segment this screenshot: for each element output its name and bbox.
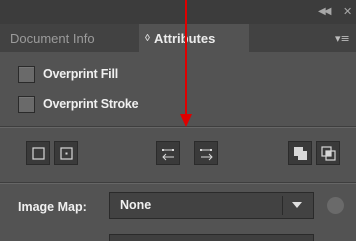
show-center-button[interactable] — [54, 141, 78, 165]
non-zero-winding-button[interactable] — [288, 141, 312, 165]
nonzero-fill-icon — [294, 147, 307, 160]
overprint-fill-checkbox[interactable] — [18, 65, 35, 83]
dropdown-separator — [282, 196, 283, 215]
square-icon — [32, 147, 45, 160]
collapse-icon[interactable]: ◀◀ — [318, 6, 331, 17]
overprint-fill-label: Overprint Fill — [43, 67, 118, 81]
overprint-stroke-checkbox[interactable] — [18, 95, 35, 113]
square-dot-icon — [60, 147, 73, 160]
tab-bar: Document Info ◊ Attributes ▾≡ — [0, 24, 356, 52]
reverse-path-direction-on-button[interactable] — [194, 141, 218, 165]
close-icon[interactable]: ✕ — [343, 5, 352, 18]
section-divider-highlight — [0, 183, 356, 184]
overprint-stroke-label: Overprint Stroke — [43, 97, 139, 111]
even-odd-button[interactable] — [316, 141, 340, 165]
dont-show-center-button[interactable] — [26, 141, 50, 165]
image-map-selected-value: None — [120, 198, 152, 212]
overprint-stroke-row[interactable]: Overprint Stroke — [18, 94, 139, 114]
arrow-left-path-icon — [162, 149, 174, 161]
attributes-panel: ◀◀ ✕ Document Info ◊ Attributes ▾≡ Overp… — [0, 0, 356, 241]
section-divider-highlight — [0, 127, 356, 128]
tab-document-info[interactable]: Document Info — [0, 24, 138, 52]
tab-attributes[interactable]: ◊ Attributes — [139, 24, 249, 52]
image-map-label: Image Map: — [18, 200, 87, 214]
chevron-down-icon[interactable] — [292, 202, 302, 208]
url-input[interactable] — [109, 234, 314, 241]
reverse-path-direction-off-button[interactable] — [156, 141, 180, 165]
arrow-right-path-icon — [200, 149, 213, 161]
browser-globe-icon[interactable] — [327, 197, 344, 214]
tab-document-info-label: Document Info — [10, 30, 95, 46]
panel-menu-icon[interactable]: ▾≡ — [335, 32, 350, 45]
tab-options-chevron-icon: ◊ — [145, 32, 150, 44]
panel-title-bar: ◀◀ ✕ — [0, 0, 356, 24]
overprint-fill-row[interactable]: Overprint Fill — [18, 64, 118, 84]
evenodd-fill-icon — [321, 146, 336, 161]
image-map-dropdown[interactable]: None — [109, 192, 314, 219]
tab-attributes-label: Attributes — [153, 30, 216, 46]
